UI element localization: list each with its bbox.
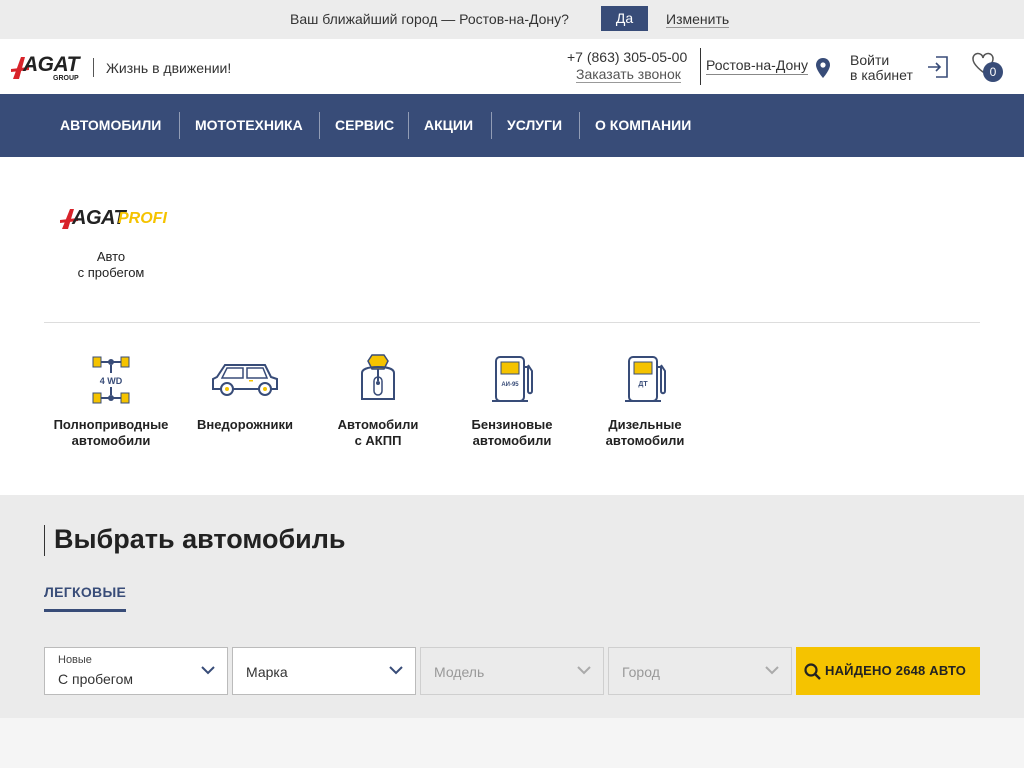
nav-item-about[interactable]: О КОМПАНИИ [595, 94, 691, 157]
header-divider [700, 48, 701, 85]
slogan: Жизнь в движении! [106, 60, 232, 76]
chevron-down-icon [201, 666, 215, 675]
category-suv[interactable]: Внедорожники [178, 353, 312, 433]
chevron-down-icon [389, 666, 403, 675]
condition-option-new: Новые [58, 654, 92, 666]
nav-item-promotions[interactable]: АКЦИИ [424, 94, 473, 157]
category-label-line2: с АКПП [354, 433, 402, 448]
title-accent-bar [44, 525, 45, 556]
login-icon[interactable] [926, 55, 950, 79]
nav-divider [179, 112, 180, 139]
category-label-line2: автомобили [71, 433, 151, 448]
agat-profi-logo[interactable]: AGAT PROFI [60, 205, 170, 235]
car-search-section: Выбрать автомобиль ЛЕГКОВЫЕ Новые С проб… [0, 495, 1024, 718]
show-results-button[interactable]: НАЙДЕНО 2648 АВТО [796, 647, 980, 695]
nav-item-services[interactable]: УСЛУГИ [507, 94, 562, 157]
city-confirm-bar: Ваш ближайший город — Ростов-на-Дону? Да… [0, 0, 1024, 39]
search-icon [804, 663, 821, 680]
change-city-link[interactable]: Изменить [666, 11, 730, 28]
city-placeholder: Город [622, 664, 660, 680]
nav-item-service[interactable]: СЕРВИС [335, 94, 394, 157]
nav-divider [491, 112, 492, 139]
city-select[interactable]: Город [608, 647, 792, 695]
nav-divider [579, 112, 580, 139]
login-link[interactable]: Войти в кабинет [850, 53, 913, 83]
model-select[interactable]: Модель [420, 647, 604, 695]
chevron-down-icon [577, 666, 591, 675]
brand-select[interactable]: Марка [232, 647, 416, 695]
nav-item-moto[interactable]: МОТОТЕХНИКА [195, 94, 303, 157]
section-title: Выбрать автомобиль [54, 524, 346, 554]
suv-icon [212, 364, 278, 396]
login-line2: в кабинет [850, 67, 913, 83]
petrol-pump-icon: АИ-95 [492, 356, 533, 402]
logo-text: AGAT [23, 53, 79, 76]
catalog-section: AGAT PROFI Авто с пробегом 4 WD Полнопри… [0, 157, 1024, 495]
category-label-line1: Внедорожники [197, 417, 293, 432]
city-question: Ваш ближайший город — Ростов-на-Дону? [290, 11, 569, 27]
nav-divider [319, 112, 320, 139]
tab-passenger-cars[interactable]: ЛЕГКОВЫЕ [44, 584, 127, 612]
condition-select[interactable]: Новые С пробегом [44, 647, 228, 695]
category-label-line2: автомобили [605, 433, 685, 448]
category-label-line1: Автомобили [337, 417, 419, 432]
logo-group-text: GROUP [53, 75, 79, 82]
results-count-label: НАЙДЕНО 2648 АВТО [825, 663, 967, 678]
petrol-badge: АИ-95 [501, 382, 519, 388]
location-pin-icon[interactable] [815, 58, 831, 78]
page-bottom [0, 718, 1024, 768]
condition-value: С пробегом [58, 671, 134, 687]
4wd-badge: 4 WD [100, 376, 123, 386]
category-label-line1: Бензиновые [471, 417, 553, 432]
model-placeholder: Модель [434, 664, 485, 680]
phone-number[interactable]: +7 (863) 305-05-00 [567, 49, 687, 65]
profi-logo-suffix: PROFI [118, 210, 167, 227]
diesel-badge: ДТ [638, 381, 648, 388]
category-label-line1: Полноприводные [53, 417, 169, 432]
header-divider [93, 58, 94, 77]
login-line1: Войти [850, 52, 890, 68]
category-label-line1: Дизельные [608, 417, 682, 432]
used-cars-line2: с пробегом [77, 265, 145, 280]
diesel-pump-icon: ДТ [625, 356, 666, 402]
city-selector[interactable]: Ростов-на-Дону [706, 57, 808, 75]
category-automatic[interactable]: Автомобили с АКПП [311, 353, 445, 449]
chevron-down-icon [765, 666, 779, 675]
favorites-count-badge: 0 [983, 62, 1003, 82]
favorites-button[interactable]: 0 [971, 52, 1005, 82]
category-4wd[interactable]: 4 WD Полноприводные автомобили [44, 353, 178, 449]
confirm-city-button[interactable]: Да [601, 6, 648, 31]
category-diesel[interactable]: ДТ Дизельные автомобили [578, 353, 712, 449]
main-nav: АВТОМОБИЛИ МОТОТЕХНИКА СЕРВИС АКЦИИ УСЛУ… [0, 94, 1024, 157]
4wd-icon: 4 WD [92, 356, 130, 404]
agat-logo[interactable]: AGAT GROUP [11, 53, 81, 83]
category-label-line2: автомобили [472, 433, 552, 448]
section-divider [44, 322, 980, 323]
brand-placeholder: Марка [246, 664, 288, 680]
request-callback-link[interactable]: Заказать звонок [576, 66, 681, 83]
used-cars-line1: Авто [96, 249, 126, 264]
site-header: AGAT GROUP Жизнь в движении! +7 (863) 30… [0, 39, 1024, 94]
used-cars-link[interactable]: Авто с пробегом [60, 249, 162, 281]
category-petrol[interactable]: АИ-95 Бензиновые автомобили [445, 353, 579, 449]
nav-item-cars[interactable]: АВТОМОБИЛИ [60, 94, 161, 157]
nav-divider [408, 112, 409, 139]
automatic-gearbox-icon [361, 354, 395, 400]
